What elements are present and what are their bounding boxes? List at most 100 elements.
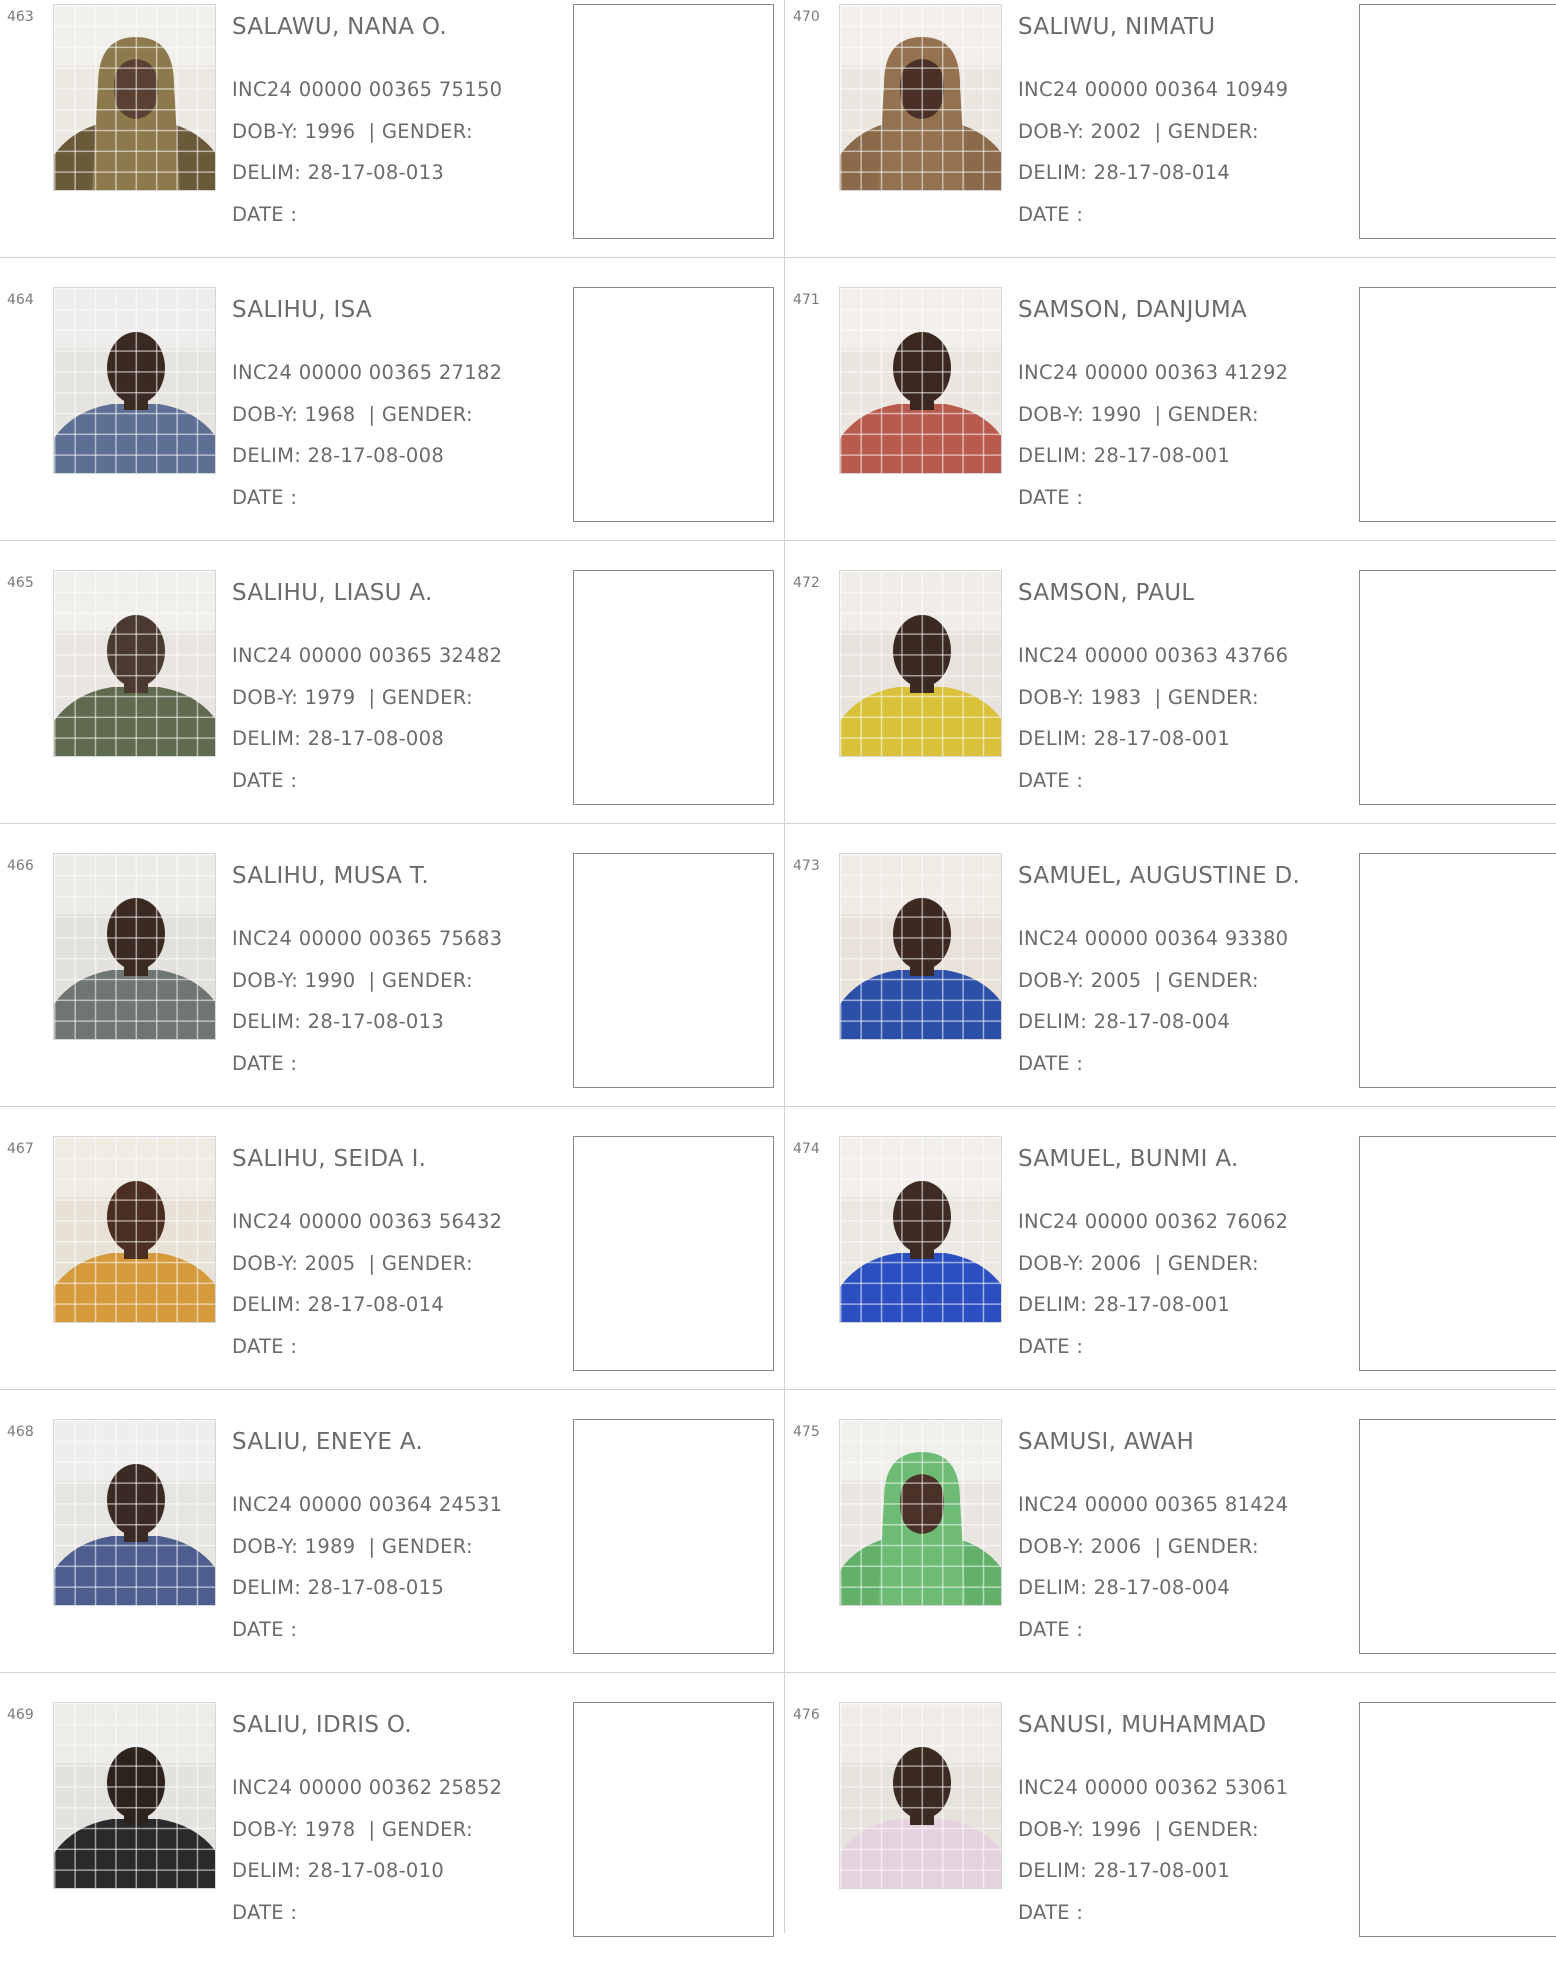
- dob-label: DOB-Y:: [232, 1818, 299, 1841]
- voter-name: SANUSI, MUHAMMAD: [1018, 1712, 1267, 1738]
- dob-label: DOB-Y:: [1018, 969, 1085, 992]
- dob-gender-line: DOB-Y: 1996 | GENDER:: [232, 120, 473, 143]
- delimitation-line: DELIM: 28-17-08-015: [232, 1576, 444, 1599]
- date-label: DATE :: [1018, 203, 1084, 226]
- delimitation-line: DELIM: 28-17-08-001: [1018, 727, 1230, 750]
- voter-register-sheet: 463 SALAWU, NANA O. INC24 00000 00365 75…: [0, 0, 1556, 1937]
- voter-record-card: 464 SALIHU, ISA INC24 00000 00365 27182 …: [0, 283, 784, 566]
- record-serial-number: 466: [7, 858, 34, 874]
- gender-label: | GENDER:: [368, 686, 473, 709]
- voter-name: SALAWU, NANA O.: [232, 14, 447, 40]
- date-label: DATE :: [232, 203, 298, 226]
- voter-photo: [53, 1702, 216, 1889]
- gender-label: | GENDER:: [368, 1535, 473, 1558]
- date-label: DATE :: [1018, 769, 1084, 792]
- gender-label: | GENDER:: [1154, 120, 1259, 143]
- delim-label: DELIM:: [1018, 444, 1088, 467]
- voter-record-card: 474 SAMUEL, BUNMI A. INC24 00000 00362 7…: [786, 1132, 1556, 1415]
- dob-gender-line: DOB-Y: 1979 | GENDER:: [232, 686, 473, 709]
- gender-label: | GENDER:: [368, 120, 473, 143]
- gender-label: | GENDER:: [1154, 403, 1259, 426]
- voter-photo: [839, 1419, 1002, 1606]
- delim-code: 28-17-08-015: [307, 1576, 445, 1599]
- delim-label: DELIM:: [232, 1859, 302, 1882]
- dob-label: DOB-Y:: [1018, 686, 1085, 709]
- voter-record-card: 475 SAMUSI, AWAH INC24 00000 00365 81424…: [786, 1415, 1556, 1698]
- voter-id-number: INC24 00000 00362 25852: [232, 1776, 503, 1799]
- delim-code: 28-17-08-004: [1093, 1010, 1231, 1033]
- voter-id-number: INC24 00000 00364 10949: [1018, 78, 1289, 101]
- thumbprint-box: [573, 4, 774, 239]
- dob-gender-line: DOB-Y: 1996 | GENDER:: [1018, 1818, 1259, 1841]
- thumbprint-box: [573, 1136, 774, 1371]
- record-serial-number: 469: [7, 1707, 34, 1723]
- dob-label: DOB-Y:: [1018, 1252, 1085, 1275]
- voter-record-card: 468 SALIU, ENEYE A. INC24 00000 00364 24…: [0, 1415, 784, 1698]
- voter-record-card: 465 SALIHU, LIASU A. INC24 00000 00365 3…: [0, 566, 784, 849]
- voter-name: SALIHU, MUSA T.: [232, 863, 429, 889]
- voter-photo: [839, 1702, 1002, 1889]
- dob-label: DOB-Y:: [1018, 403, 1085, 426]
- delim-label: DELIM:: [1018, 1576, 1088, 1599]
- dob-label: DOB-Y:: [1018, 1818, 1085, 1841]
- voter-id-number: INC24 00000 00362 53061: [1018, 1776, 1289, 1799]
- voter-photo: [53, 287, 216, 474]
- voter-photo: [53, 570, 216, 757]
- dob-gender-line: DOB-Y: 2006 | GENDER:: [1018, 1252, 1259, 1275]
- voter-name: SALIWU, NIMATU: [1018, 14, 1216, 40]
- voter-record-card: 476 SANUSI, MUHAMMAD INC24 00000 00362 5…: [786, 1698, 1556, 1981]
- date-label: DATE :: [232, 769, 298, 792]
- dob-year: 2002: [1090, 120, 1142, 143]
- dob-gender-line: DOB-Y: 2006 | GENDER:: [1018, 1535, 1259, 1558]
- delim-label: DELIM:: [232, 1293, 302, 1316]
- voter-photo: [53, 853, 216, 1040]
- record-serial-number: 463: [7, 9, 34, 25]
- voter-id-number: INC24 00000 00363 56432: [232, 1210, 503, 1233]
- delim-label: DELIM:: [1018, 1293, 1088, 1316]
- dob-label: DOB-Y:: [232, 403, 299, 426]
- column-divider: [784, 0, 785, 1933]
- delim-code: 28-17-08-008: [307, 444, 445, 467]
- dob-gender-line: DOB-Y: 1990 | GENDER:: [232, 969, 473, 992]
- record-serial-number: 467: [7, 1141, 34, 1157]
- voter-id-number: INC24 00000 00364 93380: [1018, 927, 1289, 950]
- voter-record-card: 470 SALIWU, NIMATU INC24 00000 00364 109…: [786, 0, 1556, 283]
- delim-code: 28-17-08-014: [1093, 161, 1231, 184]
- dob-year: 1996: [304, 120, 356, 143]
- delimitation-line: DELIM: 28-17-08-010: [232, 1859, 444, 1882]
- record-serial-number: 474: [793, 1141, 820, 1157]
- voter-record-card: 469 SALIU, IDRIS O. INC24 00000 00362 25…: [0, 1698, 784, 1981]
- delim-label: DELIM:: [232, 1010, 302, 1033]
- gender-label: | GENDER:: [1154, 1818, 1259, 1841]
- date-label: DATE :: [232, 1618, 298, 1641]
- voter-id-number: INC24 00000 00365 81424: [1018, 1493, 1289, 1516]
- dob-gender-line: DOB-Y: 2005 | GENDER:: [232, 1252, 473, 1275]
- dob-year: 2006: [1090, 1535, 1142, 1558]
- record-serial-number: 471: [793, 292, 820, 308]
- dob-label: DOB-Y:: [1018, 120, 1085, 143]
- delim-code: 28-17-08-010: [307, 1859, 445, 1882]
- voter-photo: [53, 1136, 216, 1323]
- dob-label: DOB-Y:: [232, 1252, 299, 1275]
- dob-year: 1990: [1090, 403, 1142, 426]
- gender-label: | GENDER:: [368, 1252, 473, 1275]
- voter-name: SAMUEL, BUNMI A.: [1018, 1146, 1239, 1172]
- voter-id-number: INC24 00000 00365 32482: [232, 644, 503, 667]
- date-label: DATE :: [232, 486, 298, 509]
- voter-photo: [839, 570, 1002, 757]
- delim-label: DELIM:: [1018, 1859, 1088, 1882]
- delim-label: DELIM:: [1018, 727, 1088, 750]
- voter-id-number: INC24 00000 00363 43766: [1018, 644, 1289, 667]
- dob-year: 1979: [304, 686, 356, 709]
- dob-gender-line: DOB-Y: 1989 | GENDER:: [232, 1535, 473, 1558]
- voter-id-number: INC24 00000 00363 41292: [1018, 361, 1289, 384]
- gender-label: | GENDER:: [1154, 1252, 1259, 1275]
- gender-label: | GENDER:: [1154, 1535, 1259, 1558]
- delim-code: 28-17-08-013: [307, 1010, 445, 1033]
- thumbprint-box: [1359, 287, 1556, 522]
- gender-label: | GENDER:: [1154, 686, 1259, 709]
- voter-photo: [839, 853, 1002, 1040]
- dob-label: DOB-Y:: [1018, 1535, 1085, 1558]
- dob-year: 1978: [304, 1818, 356, 1841]
- dob-label: DOB-Y:: [232, 120, 299, 143]
